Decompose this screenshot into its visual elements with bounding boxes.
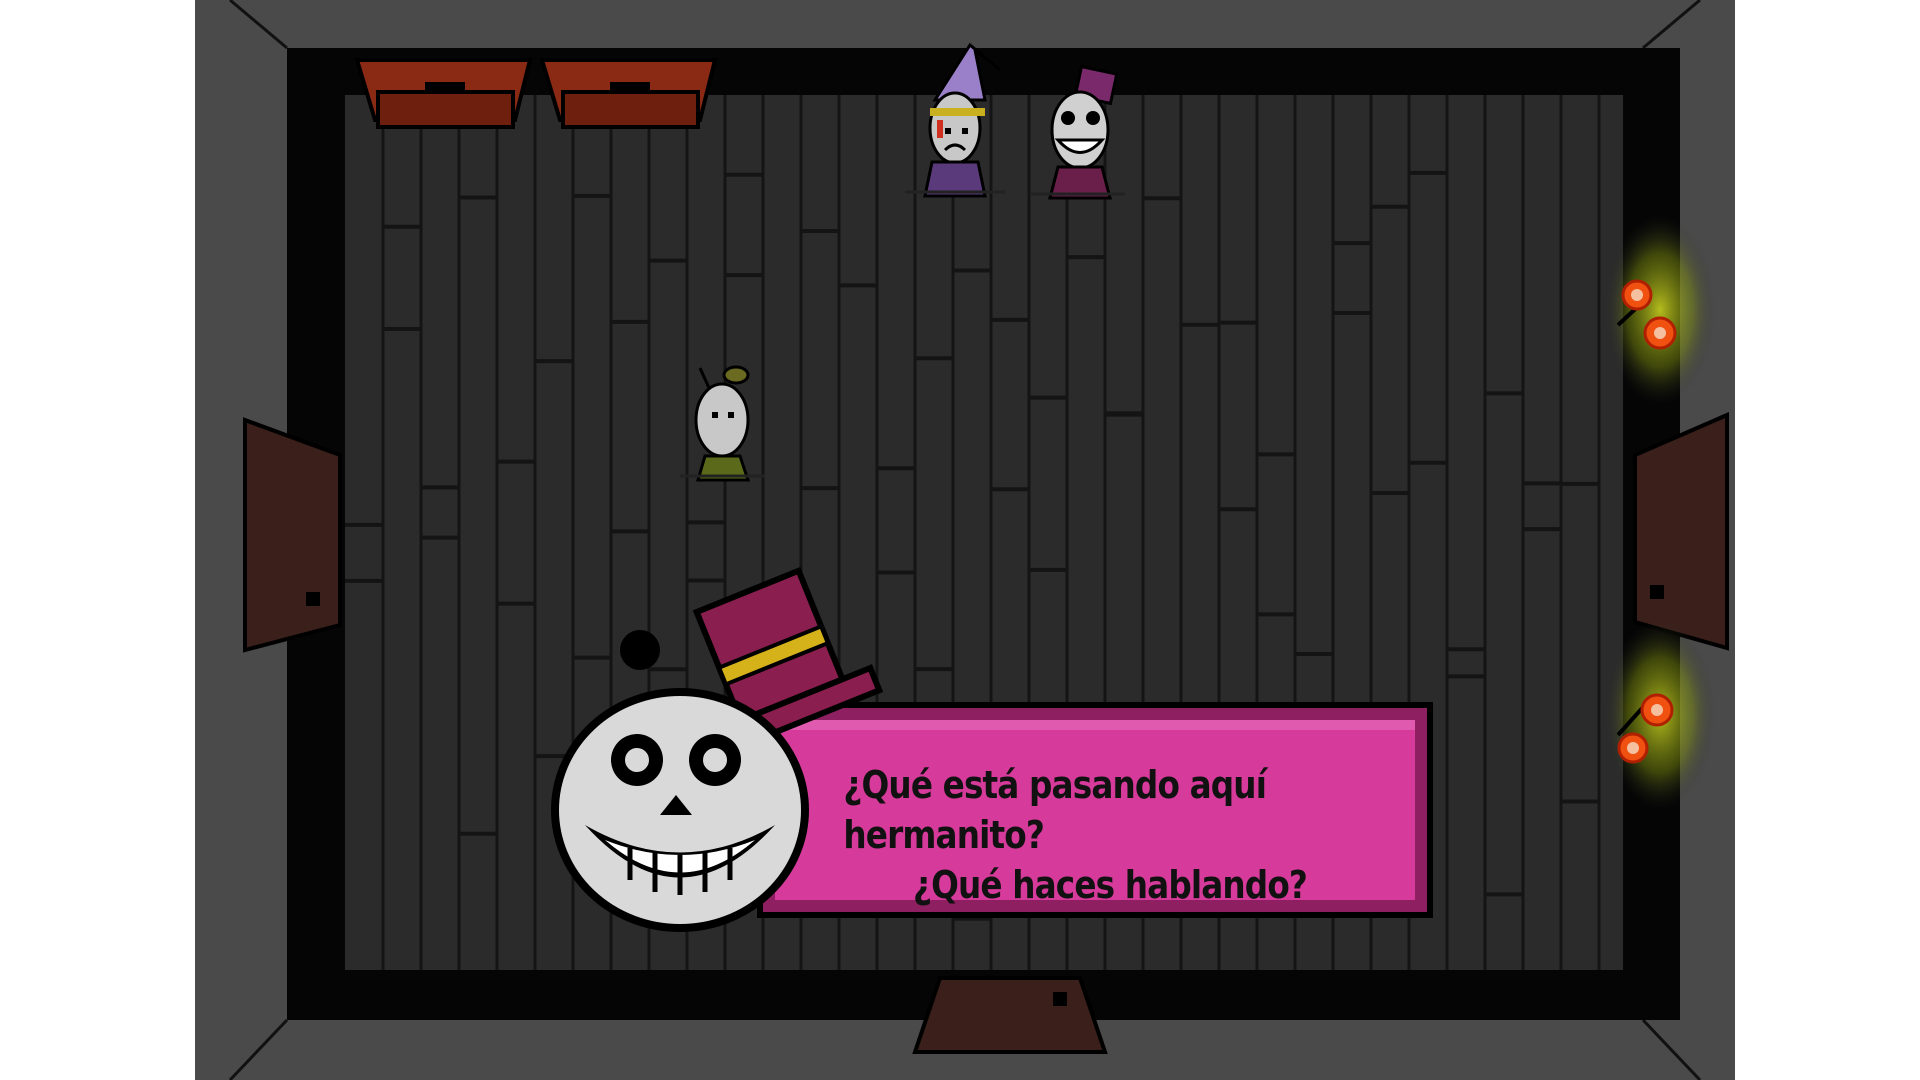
room-svg bbox=[195, 0, 1735, 1080]
dialog-text: ¿Qué está pasando aquí hermanito? ¿Qué h… bbox=[843, 760, 1376, 910]
game-scene: ¿Qué está pasando aquí hermanito? ¿Qué h… bbox=[0, 0, 1920, 1080]
dialog-line-1: ¿Qué está pasando aquí hermanito? bbox=[843, 763, 1267, 857]
dialog-line-2: ¿Qué haces hablando? bbox=[912, 863, 1308, 907]
torch-upper bbox=[1605, 215, 1715, 405]
chest-left[interactable] bbox=[354, 58, 533, 129]
door-bottom[interactable] bbox=[912, 976, 1108, 1054]
door-left[interactable] bbox=[243, 417, 342, 653]
torch-lower bbox=[1605, 620, 1715, 810]
chest-right[interactable] bbox=[539, 58, 718, 129]
door-right[interactable] bbox=[1633, 411, 1729, 651]
